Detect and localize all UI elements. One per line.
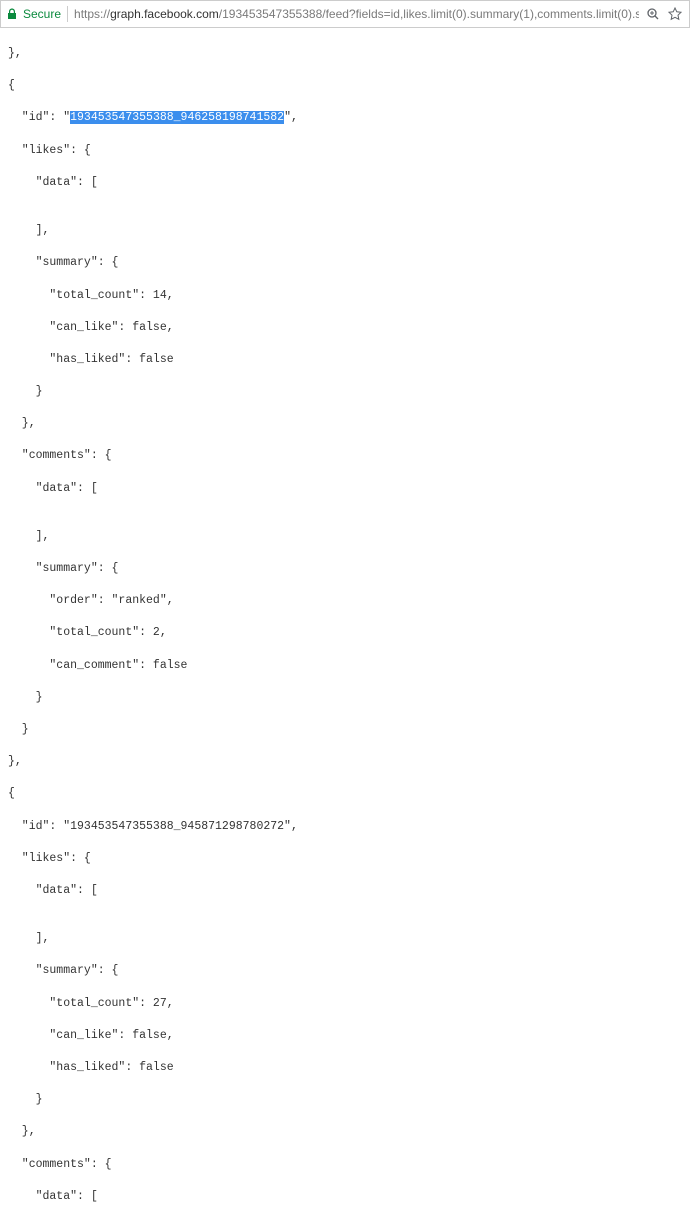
json-line: ], bbox=[8, 223, 682, 239]
json-line: "can_like": false, bbox=[8, 320, 682, 336]
url-input[interactable]: https://graph.facebook.com/1934535473553… bbox=[74, 7, 639, 21]
json-line: }, bbox=[8, 1124, 682, 1140]
json-line: } bbox=[8, 690, 682, 706]
secure-label: Secure bbox=[23, 7, 61, 21]
json-response-body[interactable]: }, { "id": "193453547355388_946258198741… bbox=[0, 28, 690, 1216]
json-line: "summary": { bbox=[8, 963, 682, 979]
json-line: "has_liked": false bbox=[8, 1060, 682, 1076]
json-line: "data": [ bbox=[8, 883, 682, 899]
json-line: "can_comment": false bbox=[8, 658, 682, 674]
url-scheme: https:// bbox=[74, 7, 110, 21]
zoom-icon[interactable] bbox=[645, 6, 661, 22]
json-line: "summary": { bbox=[8, 255, 682, 271]
json-line: "data": [ bbox=[8, 481, 682, 497]
json-line: "comments": { bbox=[8, 1157, 682, 1173]
divider bbox=[67, 6, 68, 22]
selected-id: 193453547355388_946258198741582 bbox=[70, 111, 284, 124]
json-line: "can_like": false, bbox=[8, 1028, 682, 1044]
json-text: ", bbox=[284, 111, 298, 124]
json-line: ], bbox=[8, 931, 682, 947]
json-line: { bbox=[8, 78, 682, 94]
json-line: "data": [ bbox=[8, 175, 682, 191]
bookmark-star-icon[interactable] bbox=[667, 6, 683, 22]
json-text: "id": " bbox=[8, 111, 70, 124]
json-line: ], bbox=[8, 529, 682, 545]
json-line: "has_liked": false bbox=[8, 352, 682, 368]
json-line: "order": "ranked", bbox=[8, 593, 682, 609]
url-host: graph.facebook.com bbox=[110, 7, 219, 21]
json-line: }, bbox=[8, 46, 682, 62]
json-line: }, bbox=[8, 416, 682, 432]
json-line: "id": "193453547355388_945871298780272", bbox=[8, 819, 682, 835]
lock-icon bbox=[7, 8, 17, 20]
json-line: "likes": { bbox=[8, 143, 682, 159]
json-line: "likes": { bbox=[8, 851, 682, 867]
json-line: "id": "193453547355388_946258198741582", bbox=[8, 110, 682, 126]
json-line: "total_count": 27, bbox=[8, 996, 682, 1012]
json-line: "summary": { bbox=[8, 561, 682, 577]
url-path: /193453547355388/feed?fields=id,likes.li… bbox=[219, 7, 639, 21]
json-line: } bbox=[8, 1092, 682, 1108]
json-line: { bbox=[8, 786, 682, 802]
json-line: "data": [ bbox=[8, 1189, 682, 1205]
json-line: }, bbox=[8, 754, 682, 770]
json-line: "total_count": 14, bbox=[8, 288, 682, 304]
json-line: "comments": { bbox=[8, 448, 682, 464]
json-line: } bbox=[8, 722, 682, 738]
json-line: "total_count": 2, bbox=[8, 625, 682, 641]
address-bar[interactable]: Secure https://graph.facebook.com/193453… bbox=[0, 0, 690, 28]
json-line: } bbox=[8, 384, 682, 400]
